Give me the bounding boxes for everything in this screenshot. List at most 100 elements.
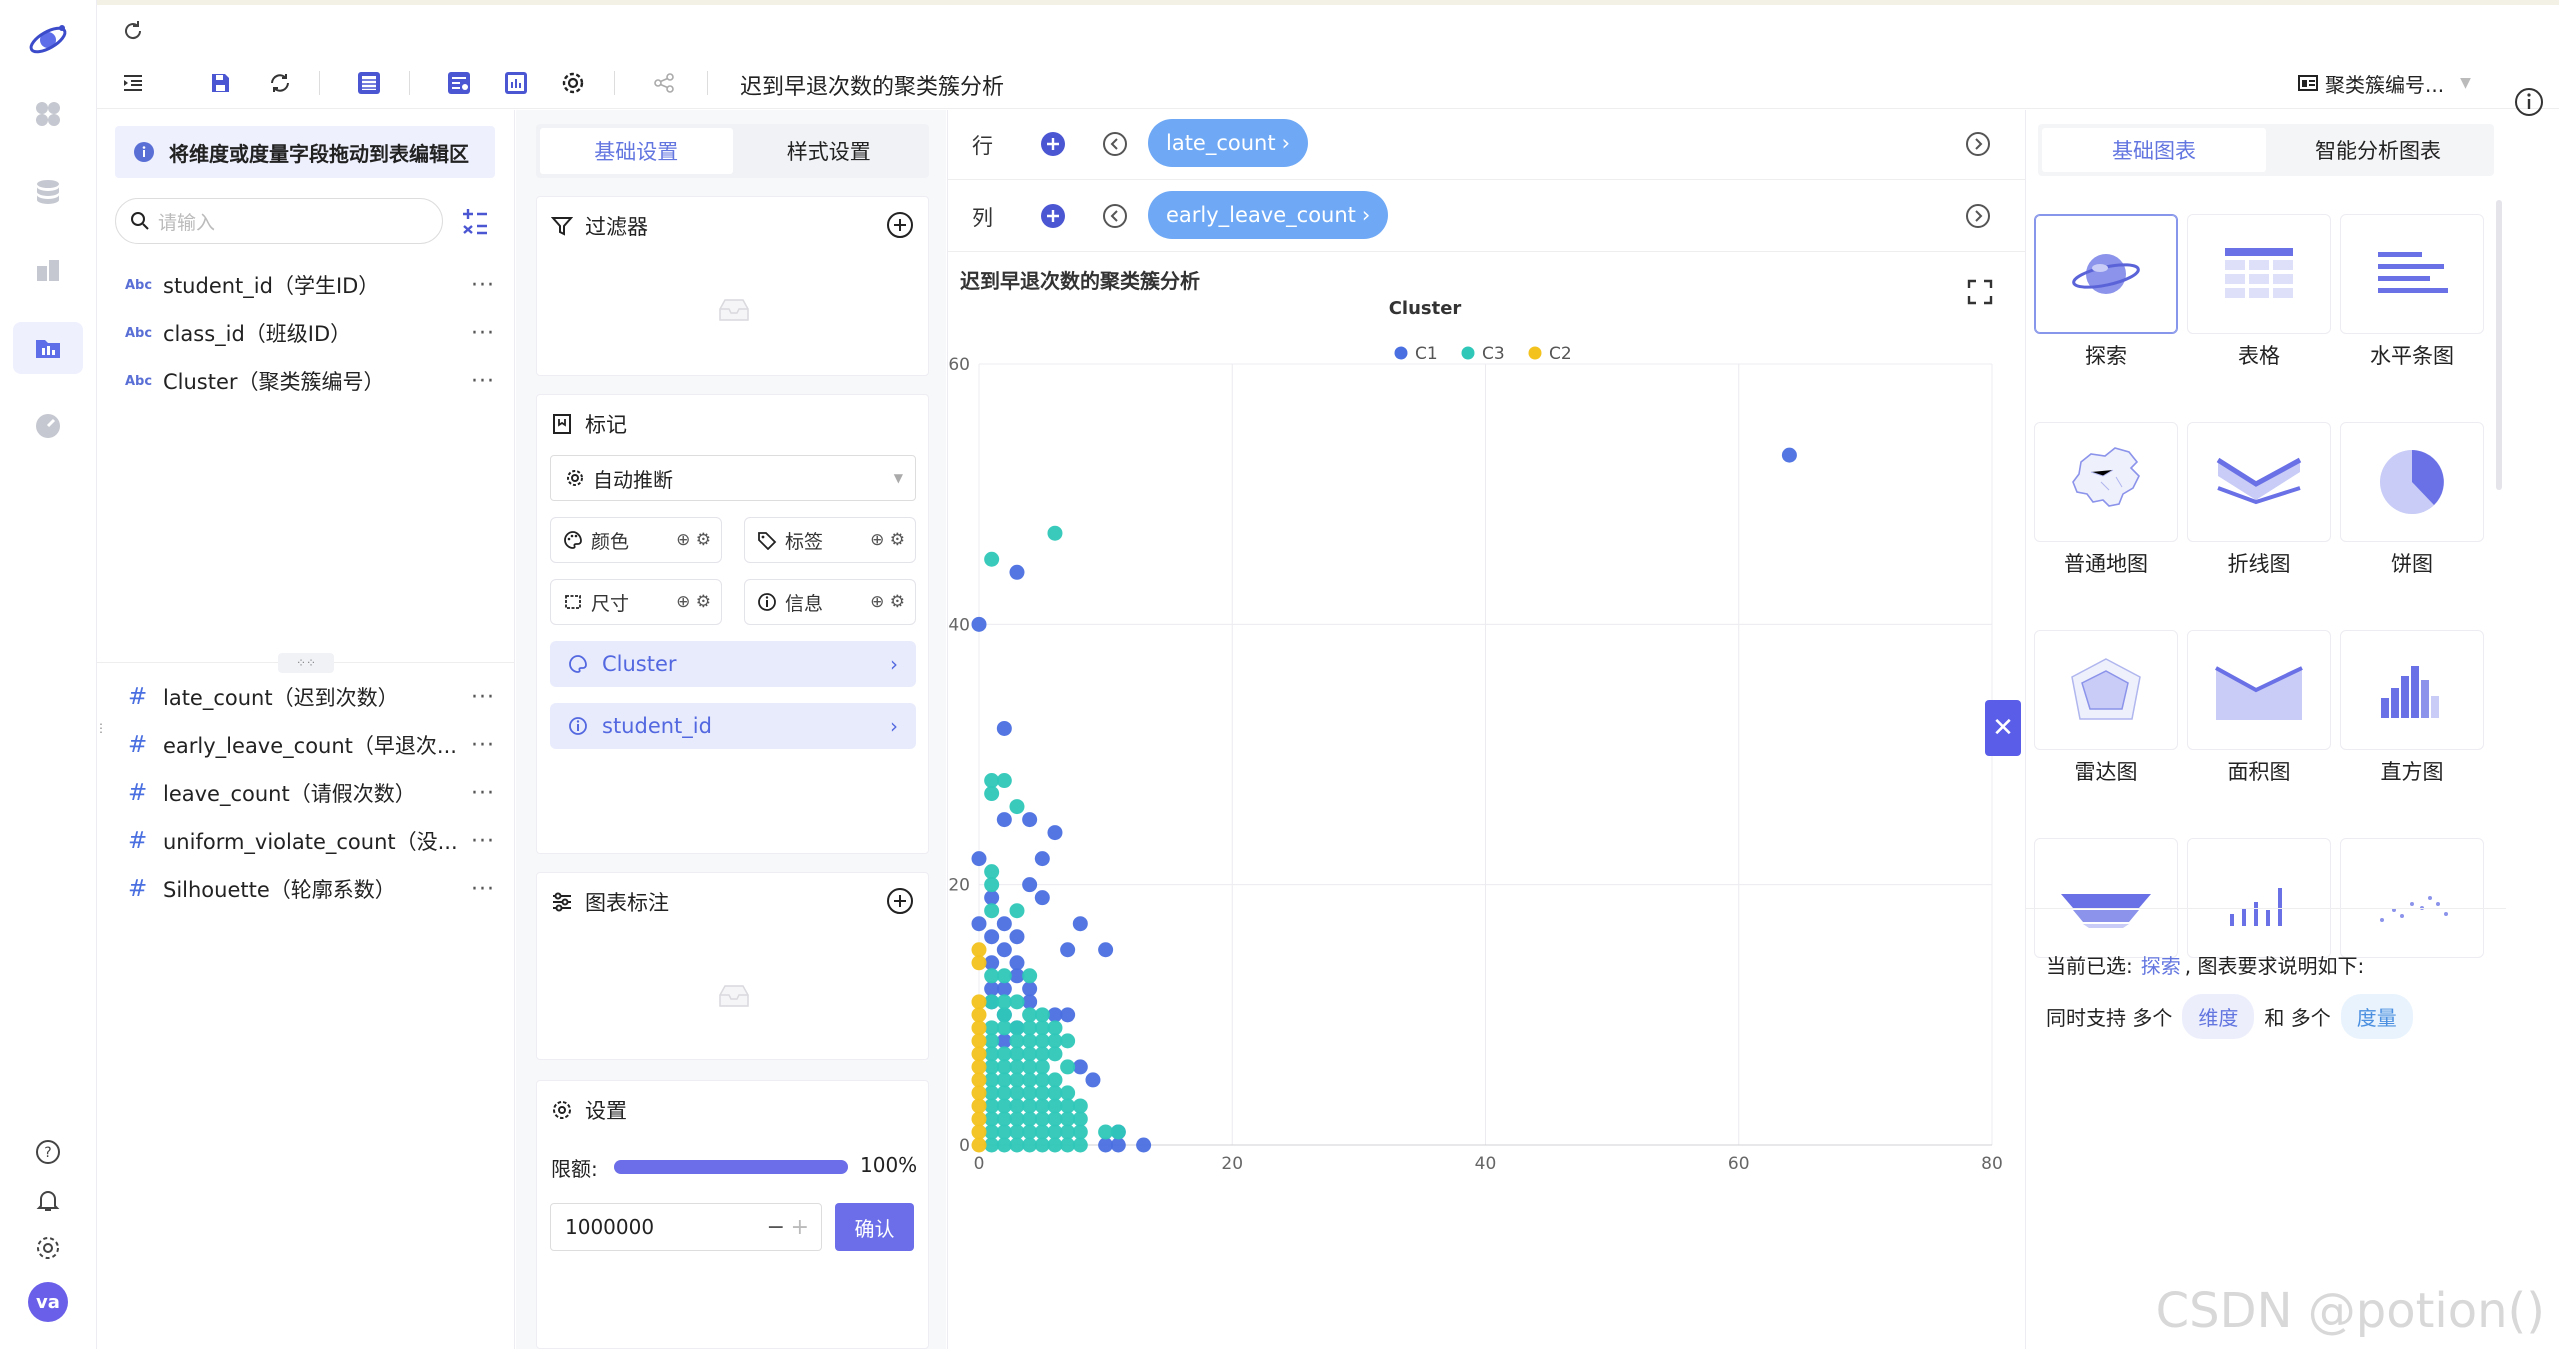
limit-value-input[interactable]: 1000000 − + [550, 1203, 822, 1251]
tab-smart-charts[interactable]: 智能分析图表 [2266, 128, 2490, 172]
field-more-icon[interactable]: ··· [471, 273, 495, 298]
dataset-selector[interactable]: 聚类簇编号... ▼ [2297, 67, 2471, 99]
scatter-chart[interactable]: Cluster C1 C3 C2 0 20 40 60 80 0 20 40 60 [948, 290, 2025, 1349]
field-more-icon[interactable]: ··· [471, 321, 495, 346]
planet-icon [2072, 254, 2140, 294]
mark-size-chip[interactable]: 尺寸 ⊕ ⚙ [550, 579, 722, 625]
field-more-icon[interactable]: ··· [471, 829, 495, 854]
chart-type-histogram[interactable] [2340, 630, 2484, 750]
info-icon[interactable] [2512, 85, 2546, 119]
outdent-icon[interactable] [114, 64, 152, 102]
nav-monitor-icon[interactable] [13, 400, 83, 452]
add-filter-icon[interactable] [886, 211, 914, 239]
limit-progress-track[interactable] [614, 1160, 848, 1174]
settings-gear-icon[interactable] [13, 1222, 83, 1274]
mark-info-chip[interactable]: 信息 ⊕ ⚙ [744, 579, 916, 625]
field-more-icon[interactable]: ··· [471, 369, 495, 394]
nav-apps-icon[interactable] [13, 88, 83, 140]
mark-field-student-id[interactable]: student_id › [550, 703, 916, 749]
increment-icon[interactable]: + [791, 1215, 809, 1240]
mark-type-select[interactable]: 自动推断 ▼ [550, 455, 916, 501]
help-icon[interactable]: ? [13, 1126, 83, 1178]
panel-collapse-handle-icon[interactable]: ⋮ [95, 722, 107, 748]
save-icon[interactable] [201, 64, 239, 102]
tab-basic-charts[interactable]: 基础图表 [2042, 128, 2266, 172]
sync-icon[interactable] [261, 64, 299, 102]
nav-dashboard-icon[interactable] [13, 244, 83, 296]
refresh-row [97, 5, 2559, 57]
field-dimension-cluster[interactable]: Abc Cluster（聚类簇编号） ··· [125, 361, 505, 401]
legend: C1 C3 C2 [1394, 344, 1572, 364]
chart-type-map[interactable] [2034, 422, 2178, 542]
field-config-icon[interactable] [440, 64, 478, 102]
column-next-icon[interactable] [1965, 203, 1991, 229]
chart-type-pie[interactable] [2340, 422, 2484, 542]
mark-label-chip[interactable]: 标签 ⊕ ⚙ [744, 517, 916, 563]
chart-type-table[interactable] [2187, 214, 2331, 334]
field-more-icon[interactable]: ··· [471, 781, 495, 806]
field-dimension-student-id[interactable]: Abc student_id（学生ID） ··· [125, 265, 505, 305]
chevron-right-icon: › [890, 652, 898, 676]
field-measure-early-leave-count[interactable]: # early_leave_count（早退次... ··· [125, 725, 505, 765]
chart-type-funnel[interactable] [2034, 838, 2178, 958]
row-next-icon[interactable] [1965, 131, 1991, 157]
chip-controls-icon[interactable]: ⊕ ⚙ [870, 592, 905, 612]
field-measure-leave-count[interactable]: # leave_count（请假次数） ··· [125, 773, 505, 813]
chip-label: 信息 [785, 592, 824, 615]
field-search-input[interactable]: 请输入 [115, 198, 443, 244]
data-point [1022, 877, 1038, 893]
chip-controls-icon[interactable]: ⊕ ⚙ [676, 592, 711, 612]
chart-type-explore[interactable] [2034, 214, 2178, 334]
field-dimension-class-id[interactable]: Abc class_id（班级ID） ··· [125, 313, 505, 353]
field-measure-uniform-violate-count[interactable]: # uniform_violate_count（没... ··· [125, 821, 505, 861]
bell-icon[interactable] [13, 1174, 83, 1226]
column-field-chip[interactable]: early_leave_count › [1148, 191, 1389, 239]
close-panel-icon[interactable]: ✕ [1985, 700, 2021, 756]
data-table-icon[interactable] [350, 64, 388, 102]
chart-type-horizontal-bar[interactable] [2340, 214, 2484, 334]
chip-controls-icon[interactable]: ⊕ ⚙ [870, 530, 905, 550]
nav-database-icon[interactable] [13, 166, 83, 218]
tab-style-settings[interactable]: 样式设置 [733, 128, 926, 174]
chart-type-scatter[interactable] [2340, 838, 2484, 958]
field-measure-silhouette[interactable]: # Silhouette（轮廓系数） ··· [125, 869, 505, 909]
chart-axes: 0 20 40 60 80 0 20 40 60 [948, 355, 2002, 1174]
confirm-button[interactable]: 确认 [835, 1203, 914, 1251]
user-avatar[interactable]: va [28, 1282, 68, 1322]
nav-analysis-icon[interactable] [13, 322, 83, 374]
mark-color-chip[interactable]: 颜色 ⊕ ⚙ [550, 517, 722, 563]
data-point [1072, 1098, 1088, 1114]
data-point [971, 1033, 987, 1049]
reload-icon[interactable] [117, 15, 149, 47]
selected-chart-name[interactable]: 探索 [2141, 950, 2181, 979]
field-more-icon[interactable]: ··· [471, 877, 495, 902]
chip-controls-icon[interactable]: ⊕ ⚙ [676, 530, 711, 550]
share-icon[interactable] [645, 64, 683, 102]
field-measure-late-count[interactable]: # late_count（迟到次数） ··· [125, 677, 505, 717]
data-point [971, 1046, 987, 1062]
add-calculated-field-icon[interactable] [455, 202, 495, 242]
decrement-icon[interactable]: − [767, 1215, 785, 1240]
column-prev-icon[interactable] [1102, 203, 1128, 229]
field-more-icon[interactable]: ··· [471, 685, 495, 710]
split-drag-handle-icon[interactable]: ⁘⁘ [278, 653, 334, 673]
field-more-icon[interactable]: ··· [471, 733, 495, 758]
mark-field-cluster[interactable]: Cluster › [550, 641, 916, 687]
advanced-settings-icon[interactable] [554, 64, 592, 102]
add-annotation-icon[interactable] [886, 887, 914, 915]
settings-tabs: 基础设置 样式设置 [536, 124, 929, 178]
chart-types-scrollbar[interactable] [2496, 200, 2502, 490]
data-point [984, 890, 1000, 906]
chart-type-column[interactable] [2187, 838, 2331, 958]
tab-basic-settings[interactable]: 基础设置 [540, 128, 733, 174]
row-field-chip[interactable]: late_count › [1148, 119, 1309, 167]
chart-type-line[interactable] [2187, 422, 2331, 542]
add-column-icon[interactable] [1039, 202, 1067, 230]
chart-view-icon[interactable] [497, 64, 535, 102]
chart-type-radar[interactable] [2034, 630, 2178, 750]
row-prev-icon[interactable] [1102, 131, 1128, 157]
chart-type-area[interactable] [2187, 630, 2331, 750]
left-nav: ? va [0, 0, 97, 1349]
add-row-icon[interactable] [1039, 130, 1067, 158]
dimension-type-tag: Abc [125, 325, 153, 341]
